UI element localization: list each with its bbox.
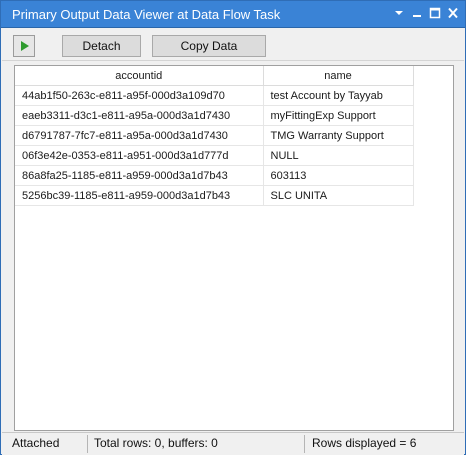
- chevron-down-icon[interactable]: [392, 5, 406, 21]
- status-bar: Attached Total rows: 0, buffers: 0 Rows …: [2, 432, 464, 455]
- cell-name[interactable]: NULL: [263, 145, 414, 166]
- status-state: Attached: [12, 436, 60, 450]
- copy-data-button[interactable]: Copy Data: [152, 35, 266, 57]
- status-totals: Total rows: 0, buffers: 0: [94, 436, 218, 450]
- cell-accountid[interactable]: 86a8fa25-1185-e811-a959-000d3a1d7b43: [15, 165, 264, 186]
- cell-accountid[interactable]: d6791787-7fc7-e811-a95a-000d3a1d7430: [15, 125, 264, 146]
- cell-accountid[interactable]: 06f3e42e-0353-e811-a951-000d3a1d777d: [15, 145, 264, 166]
- cell-name[interactable]: test Account by Tayyab: [263, 85, 414, 106]
- data-table: accountid name 44ab1f50-263c-e811-a95f-0…: [15, 66, 414, 206]
- cell-name[interactable]: myFittingExp Support: [263, 105, 414, 126]
- status-divider: [304, 435, 305, 453]
- data-viewer-window: Primary Output Data Viewer at Data Flow …: [0, 0, 466, 455]
- close-icon[interactable]: [446, 5, 460, 21]
- table-row[interactable]: 06f3e42e-0353-e811-a951-000d3a1d777d NUL…: [15, 145, 414, 166]
- table-row[interactable]: d6791787-7fc7-e811-a95a-000d3a1d7430 TMG…: [15, 125, 414, 146]
- minimize-icon[interactable]: [410, 5, 424, 21]
- cell-accountid[interactable]: 44ab1f50-263c-e811-a95f-000d3a109d70: [15, 85, 264, 106]
- column-header-name[interactable]: name: [263, 66, 414, 86]
- detach-button[interactable]: Detach: [62, 35, 141, 57]
- table-row[interactable]: 86a8fa25-1185-e811-a959-000d3a1d7b43 603…: [15, 165, 414, 186]
- cell-name[interactable]: TMG Warranty Support: [263, 125, 414, 146]
- cell-accountid[interactable]: 5256bc39-1185-e811-a959-000d3a1d7b43: [15, 185, 264, 206]
- table-row[interactable]: eaeb3311-d3c1-e811-a95a-000d3a1d7430 myF…: [15, 105, 414, 126]
- play-button[interactable]: [13, 35, 35, 57]
- cell-accountid[interactable]: eaeb3311-d3c1-e811-a95a-000d3a1d7430: [15, 105, 264, 126]
- cell-name[interactable]: 603113: [263, 165, 414, 186]
- table-row[interactable]: 5256bc39-1185-e811-a959-000d3a1d7b43 SLC…: [15, 185, 414, 206]
- title-bar[interactable]: Primary Output Data Viewer at Data Flow …: [1, 1, 465, 28]
- status-rows-displayed: Rows displayed = 6: [312, 436, 417, 450]
- play-icon: [21, 41, 29, 51]
- window-title: Primary Output Data Viewer at Data Flow …: [12, 7, 281, 22]
- toolbar: Detach Copy Data: [2, 28, 464, 61]
- cell-name[interactable]: SLC UNITA: [263, 185, 414, 206]
- window-controls: [392, 5, 460, 21]
- maximize-icon[interactable]: [428, 5, 442, 21]
- table-row[interactable]: 44ab1f50-263c-e811-a95f-000d3a109d70 tes…: [15, 85, 414, 106]
- data-grid[interactable]: accountid name 44ab1f50-263c-e811-a95f-0…: [14, 65, 454, 431]
- column-header-accountid[interactable]: accountid: [15, 66, 264, 86]
- status-divider: [87, 435, 88, 453]
- header-row: accountid name: [15, 66, 414, 86]
